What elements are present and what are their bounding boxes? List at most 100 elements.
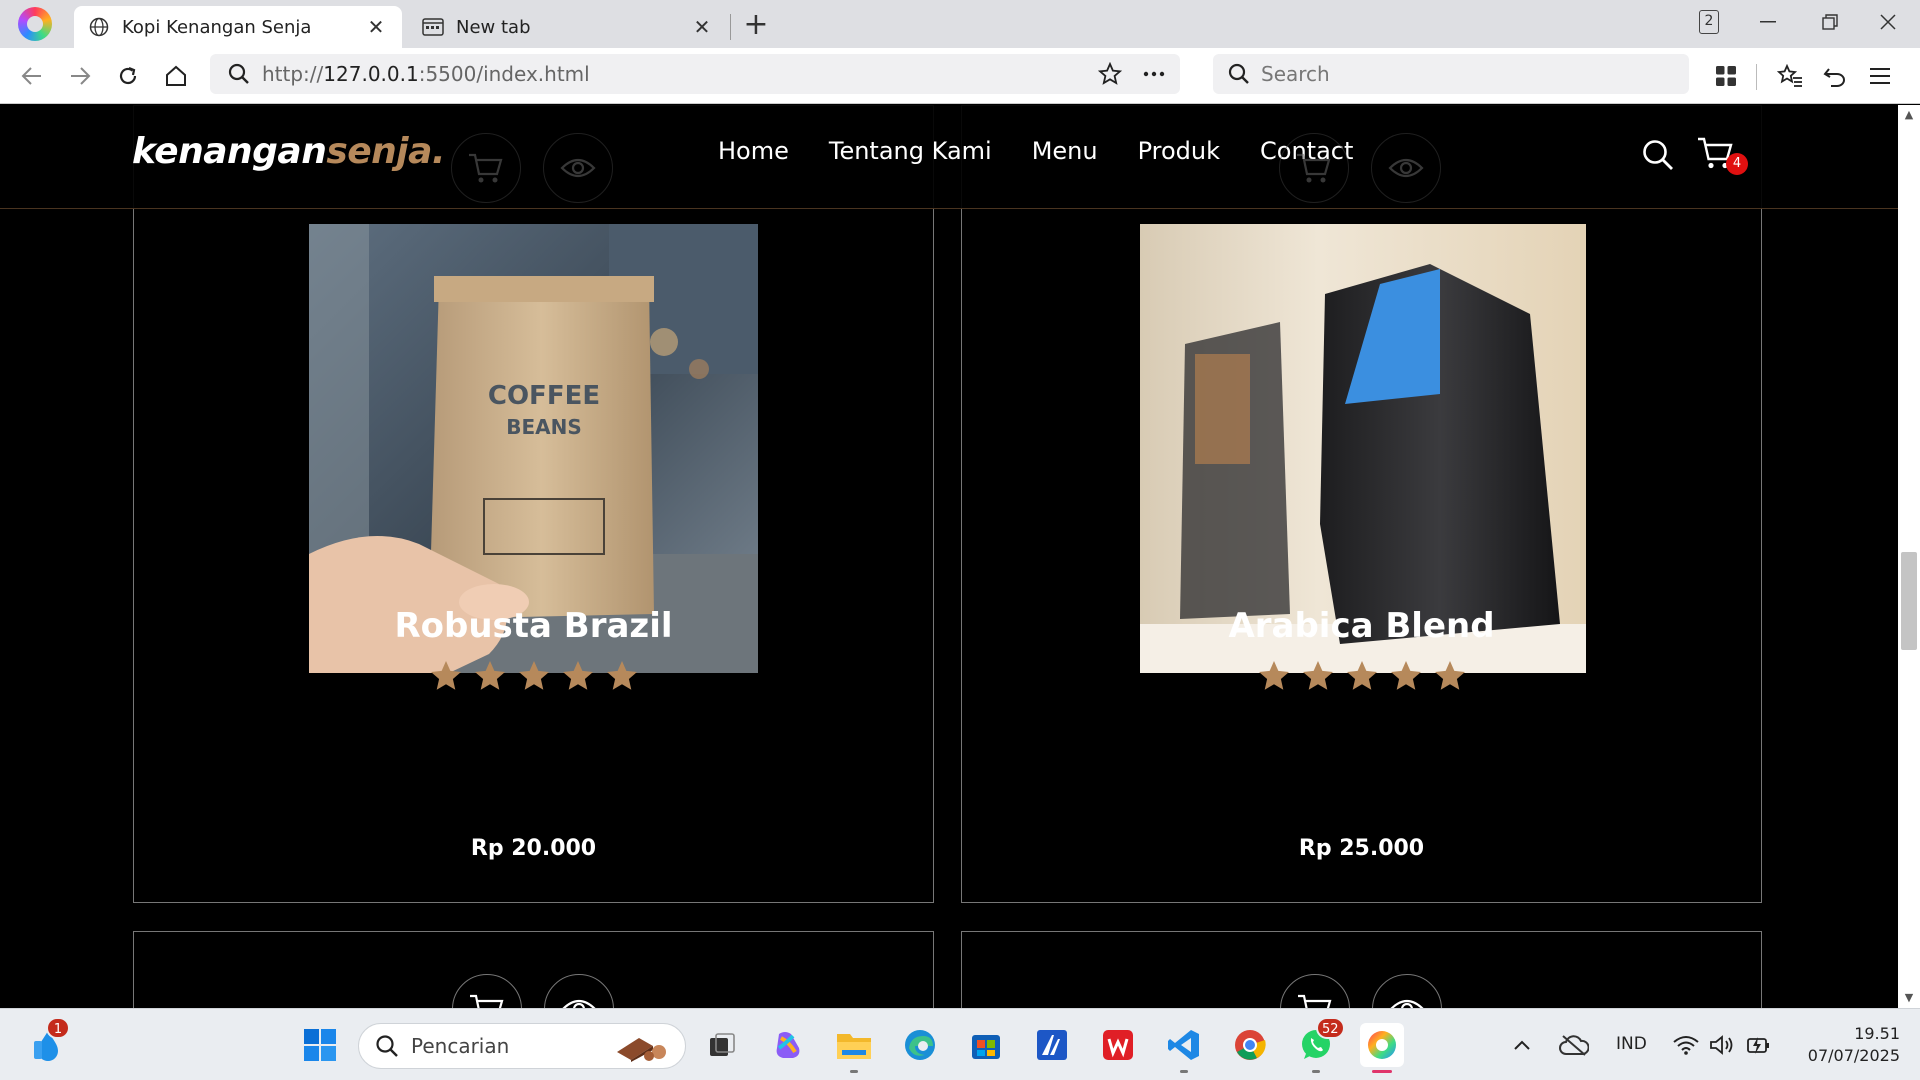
tab-new-tab[interactable]: New tab ✕: [408, 6, 728, 48]
logo-accent-text: senja.: [326, 131, 446, 172]
nav-tentang-kami[interactable]: Tentang Kami: [829, 137, 992, 165]
nav-produk[interactable]: Produk: [1138, 137, 1220, 165]
product-card: [133, 931, 934, 1008]
add-to-cart-button[interactable]: [452, 974, 522, 1008]
scroll-up-arrow-icon[interactable]: ▲: [1903, 109, 1915, 121]
home-icon[interactable]: [158, 58, 194, 94]
vscode-icon[interactable]: [1162, 1023, 1206, 1073]
active-browser-icon[interactable]: [1360, 1023, 1404, 1073]
battery-charging-icon[interactable]: [1740, 1023, 1776, 1067]
running-indicator: [1312, 1070, 1320, 1073]
add-to-cart-button[interactable]: [1279, 133, 1349, 203]
page-viewport: COFFEE BEANS Robusta Brazil Rp 20.000 Ar…: [0, 105, 1898, 1008]
close-tab-icon[interactable]: ✕: [364, 15, 388, 39]
url-text[interactable]: http://127.0.0.1:5500/index.html: [262, 62, 1092, 86]
product-name: Robusta Brazil: [394, 606, 673, 646]
tab-title: Kopi Kenangan Senja: [122, 16, 312, 38]
taskbar-search-input[interactable]: [411, 1034, 591, 1058]
view-product-button[interactable]: [543, 133, 613, 203]
task-view-icon[interactable]: [700, 1023, 744, 1067]
active-indicator: [1372, 1070, 1392, 1073]
bookmark-star-icon[interactable]: [1092, 56, 1128, 92]
product-card: COFFEE BEANS Robusta Brazil Rp 20.000: [133, 105, 934, 903]
apps-grid-icon[interactable]: [1708, 58, 1744, 94]
favorites-icon[interactable]: [1772, 58, 1808, 94]
star-icon: [560, 658, 596, 694]
close-tab-icon[interactable]: ✕: [690, 15, 714, 39]
view-product-button[interactable]: [1372, 974, 1442, 1008]
restore-icon[interactable]: [1810, 6, 1850, 38]
close-window-icon[interactable]: [1868, 6, 1908, 38]
menu-hamburger-icon[interactable]: [1862, 58, 1898, 94]
forward-arrow-icon[interactable]: [62, 58, 98, 94]
add-to-cart-button[interactable]: [451, 133, 521, 203]
autocad-style-app-icon[interactable]: [1030, 1023, 1074, 1067]
search-icon: [1225, 60, 1253, 88]
address-bar[interactable]: http://127.0.0.1:5500/index.html: [210, 54, 1180, 94]
language-indicator[interactable]: IND: [1616, 1034, 1647, 1054]
rating-stars: [962, 658, 1761, 694]
volume-icon[interactable]: [1704, 1023, 1740, 1067]
scroll-down-arrow-icon[interactable]: ▼: [1903, 992, 1915, 1004]
windows-start-icon[interactable]: [298, 1023, 342, 1067]
search-icon[interactable]: [1638, 135, 1678, 175]
browser-search-bar[interactable]: [1213, 54, 1689, 94]
svg-text:COFFEE: COFFEE: [488, 381, 600, 411]
nav-home[interactable]: Home: [718, 137, 789, 165]
more-options-icon[interactable]: [1136, 56, 1172, 92]
browser-toolbar: http://127.0.0.1:5500/index.html: [0, 48, 1920, 104]
windows-taskbar: 1 52: [0, 1008, 1920, 1080]
whatsapp-icon[interactable]: 52: [1294, 1017, 1345, 1073]
minimize-icon[interactable]: [1748, 6, 1788, 38]
star-icon: [1388, 658, 1424, 694]
onedrive-icon[interactable]: [1554, 1023, 1594, 1067]
cart-count-badge: 4: [1726, 153, 1748, 175]
site-logo[interactable]: kenangansenja.: [132, 131, 446, 172]
file-explorer-icon[interactable]: [832, 1023, 876, 1073]
copilot-icon[interactable]: [766, 1023, 810, 1067]
star-icon: [1300, 658, 1336, 694]
browser-logo-icon[interactable]: [18, 7, 52, 41]
show-hidden-icons-chevron-icon[interactable]: [1504, 1023, 1540, 1067]
clock-date: 07/07/2025: [1807, 1046, 1900, 1065]
wifi-icon[interactable]: [1668, 1023, 1704, 1067]
taskbar-search[interactable]: [358, 1023, 686, 1069]
page-scrollbar[interactable]: ▲ ▼: [1898, 105, 1920, 1008]
running-indicator: [850, 1070, 858, 1073]
chrome-icon[interactable]: [1228, 1023, 1272, 1067]
tab-kopi-kenangan-senja[interactable]: Kopi Kenangan Senja ✕: [74, 6, 402, 48]
product-card: [961, 931, 1762, 1008]
microsoft-store-icon[interactable]: [964, 1023, 1008, 1067]
back-arrow-icon[interactable]: [14, 58, 50, 94]
globe-icon: [88, 16, 110, 38]
wps-office-icon[interactable]: [1096, 1023, 1140, 1067]
scrollbar-thumb[interactable]: [1901, 552, 1917, 650]
star-icon: [472, 658, 508, 694]
product-card: Arabica Blend Rp 25.000: [961, 105, 1762, 903]
search-icon: [226, 61, 252, 87]
system-clock[interactable]: 19.51 07/07/2025: [1790, 1023, 1900, 1067]
url-path: :5500/index.html: [418, 62, 590, 86]
running-indicator: [1180, 1070, 1188, 1073]
add-to-cart-button[interactable]: [1280, 974, 1350, 1008]
nav-menu[interactable]: Menu: [1032, 137, 1098, 165]
view-product-button[interactable]: [544, 974, 614, 1008]
edge-browser-icon[interactable]: [898, 1023, 942, 1067]
star-icon: [1432, 658, 1468, 694]
url-host: 127.0.0.1: [323, 62, 419, 86]
new-tab-plus-icon[interactable]: +: [740, 7, 772, 42]
browser-search-input[interactable]: [1261, 62, 1661, 86]
star-icon: [516, 658, 552, 694]
view-product-button[interactable]: [1371, 133, 1441, 203]
widgets-icon[interactable]: 1: [26, 1017, 70, 1067]
reload-icon[interactable]: [110, 58, 146, 94]
whatsapp-badge: 52: [1316, 1017, 1345, 1039]
toolbar-divider: [1756, 64, 1757, 90]
browser-tab-bar: Kopi Kenangan Senja ✕ New tab ✕ + 2: [0, 0, 1920, 48]
history-undo-icon[interactable]: [1817, 58, 1853, 94]
star-icon: [604, 658, 640, 694]
tab-count-icon[interactable]: 2: [1699, 10, 1719, 34]
search-icon: [373, 1032, 401, 1060]
url-scheme: http://: [262, 62, 324, 86]
logo-text: kenangan: [132, 131, 327, 172]
